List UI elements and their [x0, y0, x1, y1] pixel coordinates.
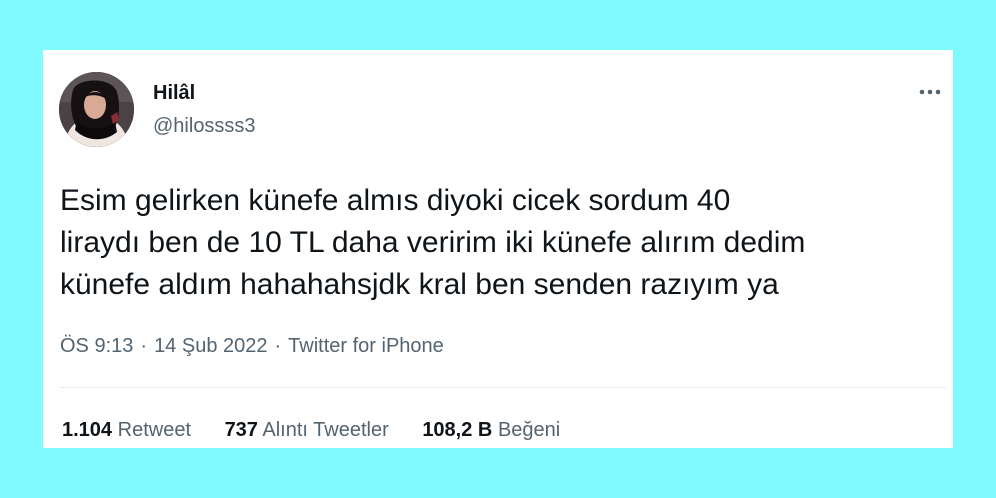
- more-horizontal-icon[interactable]: [915, 85, 945, 99]
- tweet-stats: 1.104 Retweet 737 Alıntı Tweetler 108,2 …: [62, 419, 588, 442]
- meta-separator: ·: [140, 335, 148, 357]
- tweet-time[interactable]: ÖS 9:13: [60, 335, 133, 357]
- quote-tweets-stat[interactable]: 737 Alıntı Tweetler: [225, 419, 389, 442]
- likes-count: 108,2 B: [422, 419, 493, 441]
- meta-separator: ·: [274, 335, 282, 357]
- retweet-stat[interactable]: 1.104 Retweet: [62, 419, 191, 442]
- avatar-photo: [59, 72, 134, 147]
- tweet-date[interactable]: 14 Şub 2022: [154, 335, 267, 357]
- quote-tweets-count: 737: [224, 419, 258, 441]
- author-display-name[interactable]: Hilâl: [153, 82, 195, 105]
- tweet-source[interactable]: Twitter for iPhone: [288, 335, 444, 357]
- tweet-meta: ÖS 9:13 · 14 Şub 2022 · Twitter for iPhone: [60, 335, 444, 358]
- avatar[interactable]: [59, 72, 134, 147]
- likes-label: Beğeni: [497, 419, 561, 441]
- tweet-text-line: künefe aldım hahahahsjdk kral ben senden…: [60, 268, 779, 301]
- author-handle[interactable]: @hilossss3: [153, 115, 256, 138]
- tweet-text-line: liraydı ben de 10 TL daha veririm iki kü…: [60, 226, 806, 259]
- tweet-text: Esim gelirken künefe almıs diyoki cicek …: [60, 180, 940, 306]
- tweet-card: Hilâl @hilossss3 Esim gelirken künefe al…: [43, 50, 953, 448]
- retweet-count: 1.104: [62, 419, 113, 441]
- tweet-text-line: Esim gelirken künefe almıs diyoki cicek …: [60, 184, 731, 217]
- retweet-label: Retweet: [117, 419, 191, 441]
- likes-stat[interactable]: 108,2 B Beğeni: [422, 419, 560, 442]
- divider: [60, 387, 946, 388]
- quote-tweets-label: Alıntı Tweetler: [262, 419, 389, 441]
